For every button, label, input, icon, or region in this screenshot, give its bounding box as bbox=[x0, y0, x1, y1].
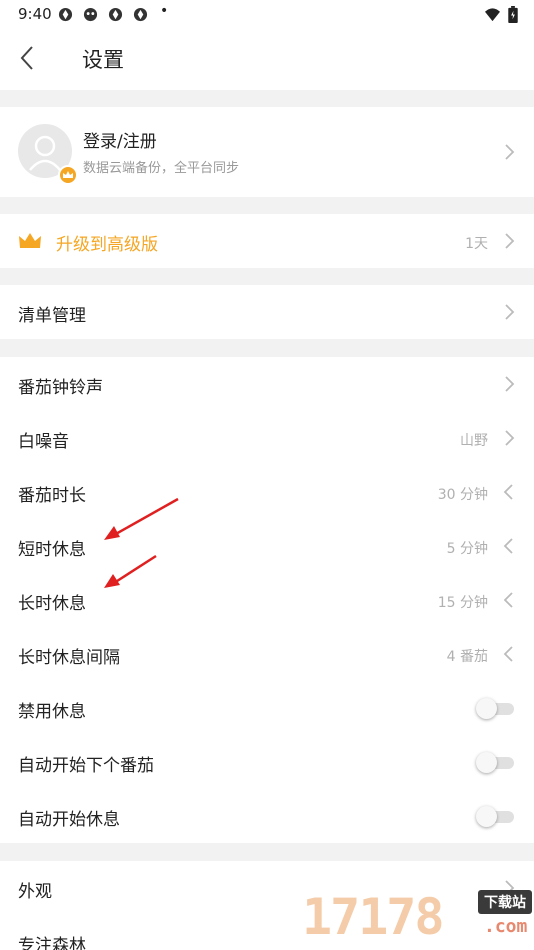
crown-icon bbox=[19, 233, 41, 248]
mask-icon bbox=[83, 7, 98, 22]
page-title: 设置 bbox=[82, 48, 124, 72]
chevron-right-icon bbox=[505, 376, 515, 392]
settings-row-value: 15 分钟 bbox=[437, 595, 488, 611]
aperture-icon bbox=[108, 7, 123, 22]
disable-break-row: 禁用休息 bbox=[0, 681, 534, 735]
short-break-row[interactable]: 短时休息 5 分钟 bbox=[0, 519, 534, 573]
wifi-icon bbox=[485, 8, 500, 22]
status-time: 9:40 bbox=[18, 5, 52, 23]
settings-row-value: 山野 bbox=[460, 433, 488, 449]
aperture-icon bbox=[133, 7, 148, 22]
section-divider bbox=[0, 90, 534, 107]
section-divider bbox=[0, 843, 534, 861]
chevron-left-icon bbox=[503, 538, 513, 554]
chevron-left-icon bbox=[503, 592, 513, 608]
annotation-arrow bbox=[104, 554, 157, 588]
settings-row-label: 短时休息 bbox=[18, 540, 86, 560]
disable-break-toggle[interactable] bbox=[476, 698, 514, 719]
watermark-number: 17178 bbox=[302, 888, 445, 946]
nav-bar: 设置 bbox=[0, 28, 534, 90]
aperture-icon bbox=[58, 7, 73, 22]
chevron-right-icon bbox=[505, 304, 515, 320]
white-noise-row[interactable]: 白噪音 山野 bbox=[0, 411, 534, 465]
status-bar: 9:40 • bbox=[0, 0, 534, 28]
watermark-logo: 17178 下载站 .com bbox=[302, 886, 534, 950]
settings-row-value: 30 分钟 bbox=[437, 487, 488, 503]
auto-start-break-toggle[interactable] bbox=[476, 806, 514, 827]
auto-start-next-toggle[interactable] bbox=[476, 752, 514, 773]
chevron-right-icon bbox=[505, 430, 515, 446]
timer-ringtone-row[interactable]: 番茄钟铃声 bbox=[0, 357, 534, 411]
annotation-arrow bbox=[104, 497, 179, 540]
upgrade-label: 升级到高级版 bbox=[56, 235, 158, 255]
settings-row-label: 长时休息 bbox=[18, 594, 86, 614]
settings-row-value: 4 番茄 bbox=[446, 649, 488, 665]
pomodoro-duration-row[interactable]: 番茄时长 30 分钟 bbox=[0, 465, 534, 519]
section-divider bbox=[0, 197, 534, 214]
settings-row-value: 5 分钟 bbox=[446, 541, 488, 557]
settings-row-label: 白噪音 bbox=[18, 432, 69, 452]
trial-days-value: 1天 bbox=[465, 236, 488, 252]
watermark-badge: 下载站 bbox=[478, 890, 532, 914]
settings-row-label: 番茄钟铃声 bbox=[18, 378, 103, 398]
chevron-left-icon bbox=[503, 484, 513, 500]
list-manage-label: 清单管理 bbox=[18, 306, 86, 326]
settings-row-label: 番茄时长 bbox=[18, 486, 86, 506]
crown-icon bbox=[63, 171, 73, 178]
section-divider bbox=[0, 339, 534, 357]
vip-crown-badge bbox=[58, 165, 78, 185]
settings-row-label: 长时休息间隔 bbox=[18, 648, 120, 668]
auto-start-next-row: 自动开始下个番茄 bbox=[0, 735, 534, 789]
long-break-interval-row[interactable]: 长时休息间隔 4 番茄 bbox=[0, 627, 534, 681]
settings-row-label: 专注森林 bbox=[18, 936, 86, 950]
settings-row-label: 自动开始下个番茄 bbox=[18, 756, 154, 776]
chevron-right-icon bbox=[505, 233, 515, 249]
long-break-row[interactable]: 长时休息 15 分钟 bbox=[0, 573, 534, 627]
status-dot: • bbox=[160, 3, 169, 19]
section-divider bbox=[0, 268, 534, 285]
chevron-left-icon bbox=[503, 646, 513, 662]
login-subtitle: 数据云端备份，全平台同步 bbox=[83, 161, 240, 176]
watermark-suffix: .com bbox=[484, 916, 528, 937]
settings-row-label: 禁用休息 bbox=[18, 702, 86, 722]
list-manage-row[interactable]: 清单管理 bbox=[0, 285, 534, 339]
account-login-row[interactable]: 登录/注册 数据云端备份，全平台同步 bbox=[0, 107, 534, 197]
login-register-label: 登录/注册 bbox=[83, 132, 157, 152]
auto-start-break-row: 自动开始休息 bbox=[0, 789, 534, 843]
chevron-right-icon bbox=[505, 144, 515, 160]
back-arrow-icon[interactable] bbox=[14, 42, 42, 74]
settings-row-label: 自动开始休息 bbox=[18, 810, 120, 830]
battery-icon bbox=[508, 6, 518, 23]
upgrade-premium-row[interactable]: 升级到高级版 1天 bbox=[0, 214, 534, 268]
settings-row-label: 外观 bbox=[18, 882, 52, 902]
